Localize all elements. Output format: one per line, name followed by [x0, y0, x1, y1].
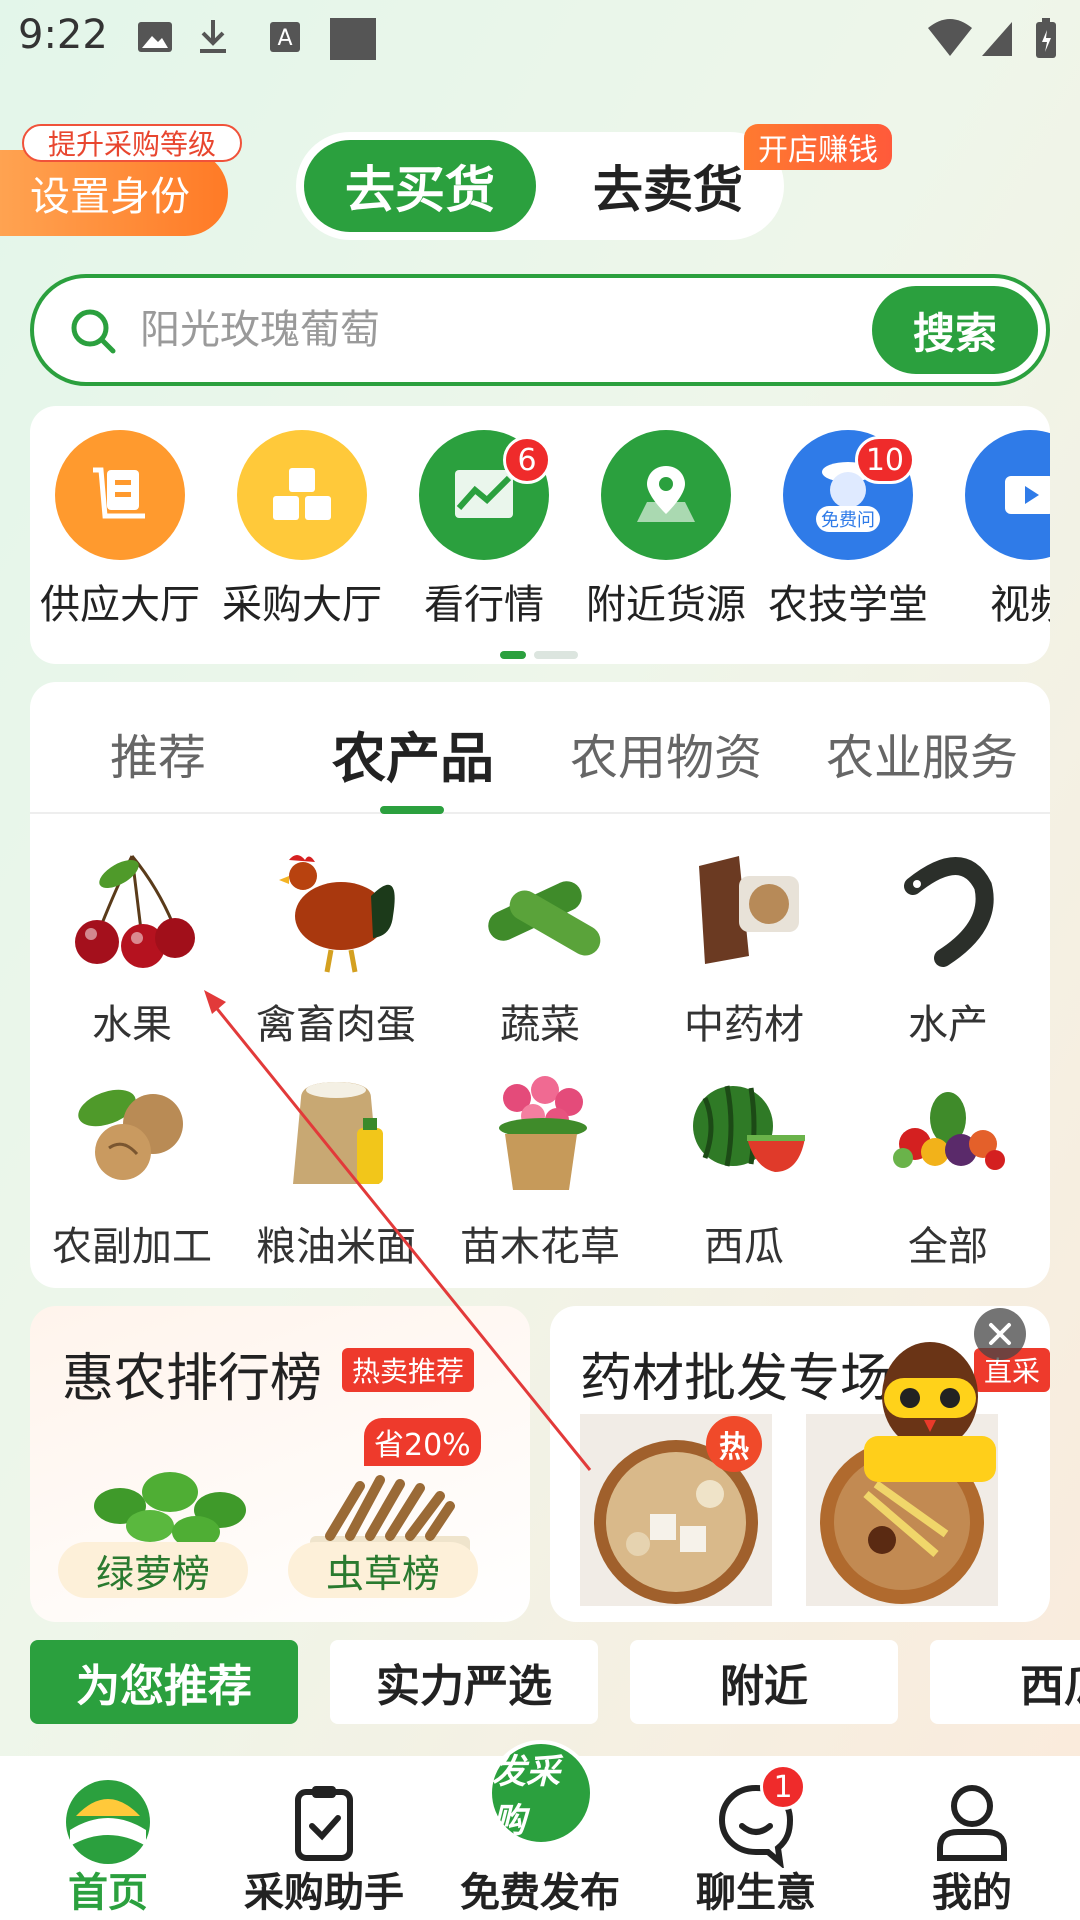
search-button[interactable]: 搜索 — [872, 286, 1038, 374]
chip-recommended[interactable]: 为您推荐 — [30, 1640, 298, 1724]
discount-tag: 省20% — [364, 1418, 481, 1466]
go-buy-tab[interactable]: 去买货 — [304, 140, 536, 232]
boxes-icon — [237, 430, 367, 560]
watermelon-icon — [693, 1085, 805, 1172]
category-poultry-meat-eggs[interactable]: 禽畜肉蛋 — [234, 846, 438, 1050]
pothos-ranking-pill[interactable]: 绿萝榜 — [58, 1542, 248, 1598]
category-fruit[interactable]: 水果 — [30, 846, 234, 1050]
hot-badge: 热 — [706, 1416, 762, 1472]
category-tabs: 推荐 农产品 农用物资 农业服务 — [30, 682, 1050, 814]
status-bar: 9:22 A — [0, 0, 1080, 76]
trend-badge: 6 — [503, 436, 551, 484]
cart-icon — [55, 430, 185, 560]
quick-entry-agri-school[interactable]: 免费问 10 农技学堂 — [758, 430, 938, 630]
category-processed[interactable]: 农副加工 — [30, 1068, 234, 1272]
category-watermelon[interactable]: 西瓜 — [642, 1068, 846, 1272]
nav-chat[interactable]: 聊生意 — [648, 1756, 864, 1920]
nav-purchase-assistant[interactable]: 采购助手 — [216, 1756, 432, 1920]
close-mascot-button[interactable] — [974, 1308, 1026, 1360]
quick-entry-purchase-hall[interactable]: 采购大厅 — [212, 430, 392, 630]
ranking-card[interactable]: 惠农排行榜 热卖推荐 省20% 绿萝榜 虫草榜 — [30, 1306, 530, 1622]
quick-entry-supply-hall[interactable]: 供应大厅 — [30, 430, 210, 630]
vegetables-icon — [893, 1092, 1005, 1170]
keyboard-a-icon: A — [270, 22, 300, 52]
nav-home[interactable]: 首页 — [0, 1756, 216, 1920]
publish-purchase-button[interactable]: 发采购 — [488, 1740, 594, 1846]
square-icon — [330, 18, 376, 60]
chip-strength-selection[interactable]: 实力严选 — [330, 1640, 598, 1724]
fish-icon — [904, 857, 994, 967]
herb-wholesale-card[interactable]: 药材批发专场 直采 热 — [550, 1306, 1050, 1622]
home-logo-icon — [66, 1780, 150, 1864]
svg-text:免费问: 免费问 — [821, 510, 875, 531]
image-icon — [138, 22, 172, 52]
category-aquatic[interactable]: 水产 — [846, 846, 1050, 1050]
quick-entries: 供应大厅 采购大厅 6 看行情 附近货源 免费问 10 农技学堂 视频 — [30, 406, 1050, 664]
user-icon — [937, 1785, 1007, 1861]
cucumber-icon — [488, 881, 601, 956]
category-grain-oil[interactable]: 粮油米面 — [234, 1068, 438, 1272]
category-vegetables[interactable]: 蔬菜 — [438, 846, 642, 1050]
cordyceps-ranking-pill[interactable]: 虫草榜 — [288, 1542, 478, 1598]
rice-oil-icon — [293, 1082, 383, 1184]
download-icon — [200, 20, 226, 53]
teacher-icon: 免费问 10 — [783, 430, 915, 560]
video-icon — [965, 430, 1050, 560]
herb-wholesale-title: 药材批发专场 — [580, 1349, 893, 1409]
battery-icon — [1036, 18, 1056, 58]
search-input[interactable] — [140, 300, 700, 360]
ranking-title: 惠农排行榜 — [62, 1349, 323, 1409]
hot-sale-tag: 热卖推荐 — [342, 1348, 475, 1392]
close-icon — [989, 1323, 1011, 1345]
quick-entry-nearby-supply[interactable]: 附近货源 — [576, 430, 756, 630]
mascot-icon[interactable] — [860, 1336, 1000, 1486]
tab-indicator — [380, 806, 444, 814]
status-time: 9:22 — [18, 12, 108, 58]
nav-profile[interactable]: 我的 — [864, 1756, 1080, 1920]
category-herbs[interactable]: 中药材 — [642, 846, 846, 1050]
tab-agri-supplies[interactable]: 农用物资 — [570, 718, 762, 788]
go-sell-tab[interactable]: 去卖货 — [568, 140, 768, 232]
cherry-icon — [75, 855, 195, 968]
tab-agri-products[interactable]: 农产品 — [332, 714, 494, 793]
walnut-icon — [78, 1089, 183, 1180]
category-seedlings-flowers[interactable]: 苗木花草 — [438, 1068, 642, 1272]
school-badge: 10 — [854, 436, 915, 484]
herb-icon — [699, 856, 799, 964]
signal-icon — [982, 22, 1012, 56]
quick-entry-video[interactable]: 视频 — [940, 430, 1050, 630]
trend-icon: 6 — [419, 430, 551, 560]
svg-text:A: A — [277, 26, 292, 51]
chip-nearby[interactable]: 附近 — [630, 1640, 898, 1724]
upgrade-level-tag: 提升采购等级 — [22, 124, 243, 162]
flower-pot-icon — [499, 1076, 587, 1190]
tab-recommend[interactable]: 推荐 — [110, 718, 206, 788]
search-icon — [71, 309, 116, 354]
quick-entry-market-trend[interactable]: 6 看行情 — [394, 430, 574, 630]
category-panel: 推荐 农产品 农用物资 农业服务 水果 禽畜肉蛋 蔬菜 中药材 水产 农副加工 … — [30, 682, 1050, 1288]
category-all[interactable]: 全部 — [846, 1068, 1050, 1272]
chat-badge: 1 — [760, 1764, 806, 1810]
buy-sell-switch: 去买货 去卖货 — [296, 132, 784, 240]
tab-agri-services[interactable]: 农业服务 — [826, 718, 1018, 788]
page-indicator — [500, 644, 586, 663]
open-shop-tag[interactable]: 开店赚钱 — [744, 124, 892, 170]
rooster-icon — [279, 855, 395, 973]
location-icon — [601, 430, 731, 560]
chip-watermelon[interactable]: 西瓜 — [930, 1640, 1080, 1724]
search-bar: 搜索 — [30, 274, 1050, 386]
clipboard-check-icon — [295, 1786, 353, 1861]
wifi-icon — [928, 19, 972, 56]
